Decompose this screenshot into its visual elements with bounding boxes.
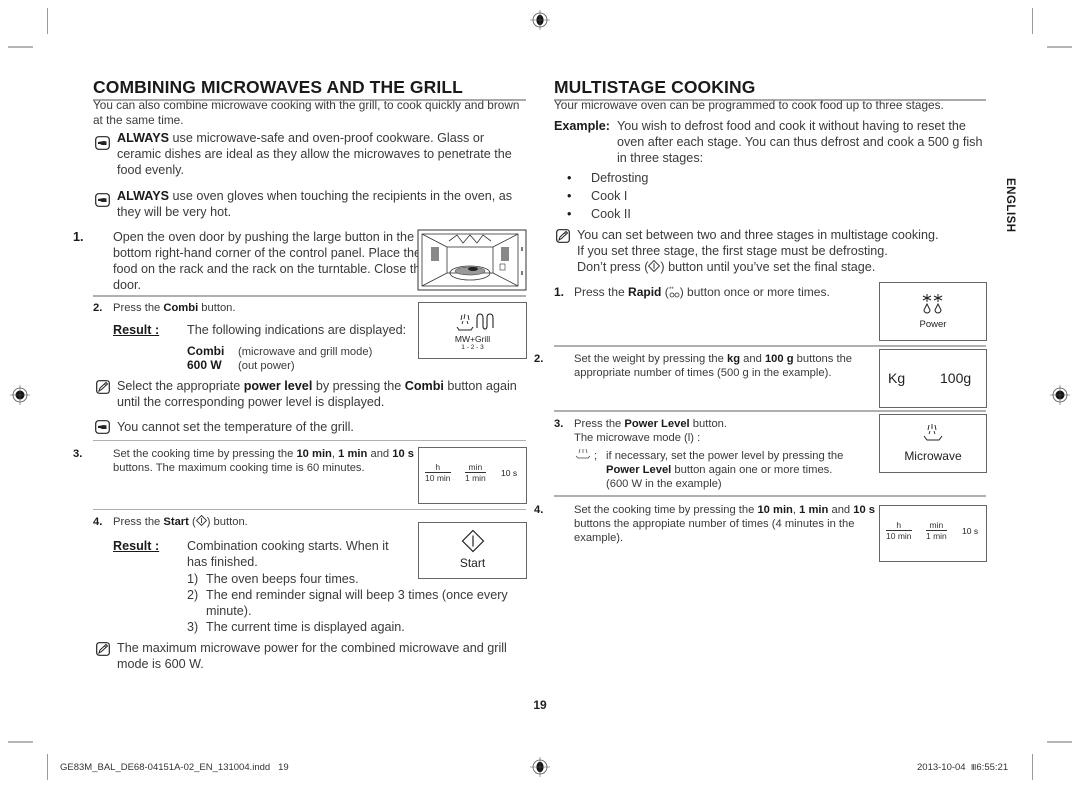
display-cooking-time: h 10 min min 1 min 10 s	[879, 505, 987, 562]
crop-mark-top-right	[1032, 8, 1033, 34]
crop-mark-bottom-left-h	[8, 741, 33, 743]
rapid-defrost-icon: **	[669, 287, 680, 298]
step-4-result-text: Combination cooking starts. When it has …	[187, 539, 389, 569]
start-diamond-icon	[461, 529, 485, 553]
rapid-defrost-icon	[922, 294, 943, 314]
kg-button-label: Kg	[888, 370, 906, 386]
step-2-result-label: Result :	[113, 323, 160, 337]
combining-step-1: 1. Open the oven door by pushing the larg…	[73, 230, 428, 292]
stage-item: Cook I	[557, 187, 648, 205]
display-weight: Kg 100g	[879, 349, 987, 408]
display-cooking-time: h 10 min min 1 min 10 s	[418, 447, 527, 504]
time-10min-button-label: h 10 min	[886, 520, 912, 541]
divider	[93, 509, 526, 510]
caution-hand-icon	[95, 136, 110, 150]
step-3-power-level-sub: if necessary, set the power level by pre…	[606, 450, 844, 490]
stage-list: Defrosting Cook I Cook II	[557, 169, 648, 223]
indication-600w: 600 W	[187, 358, 222, 372]
caution-hand-icon	[95, 193, 110, 207]
footer-timestamp: 2013-10-04 Ⅲ6:55:21	[917, 762, 1009, 773]
multistage-note: You can set between two and three stages…	[577, 228, 939, 274]
example-text: You wish to defrost food and cook it wit…	[617, 119, 983, 165]
display-start-label: Start	[459, 556, 486, 570]
multistage-step-4: 4. Set the cooking time by pressing the 1…	[534, 504, 876, 544]
microwave-mode-icon	[923, 424, 943, 441]
caution-hand-icon	[95, 420, 110, 434]
stage-item: Cook II	[557, 205, 648, 223]
registration-mark-right-icon	[1050, 385, 1070, 405]
note-max-power: The maximum microwave power for the comb…	[117, 641, 507, 671]
microwave-mode-icon	[575, 448, 591, 459]
indication-combi: Combi	[187, 344, 225, 358]
svg-text:**: **	[669, 287, 674, 293]
result-item: 2) The end reminder signal will beep 3 ti…	[187, 588, 508, 618]
indication-600w-desc: (out power)	[238, 360, 295, 372]
crop-mark-top-right-h	[1047, 46, 1072, 48]
crop-mark-top-left	[47, 8, 48, 34]
display-power: Power	[879, 282, 987, 341]
language-tab: ENGLISH	[1004, 178, 1016, 233]
stage-item: Defrosting	[557, 169, 648, 187]
combining-intro: You can also combine microwave cooking w…	[93, 98, 520, 127]
warning-grill-temperature: You cannot set the temperature of the gr…	[117, 420, 354, 434]
step-4-result-label: Result :	[113, 539, 160, 553]
combining-step-3: 3. Set the cooking time by pressing the 1…	[73, 448, 415, 474]
step-3-separator: ;	[594, 450, 598, 462]
crop-mark-bottom-left	[47, 754, 48, 780]
example-label: Example:	[554, 119, 610, 133]
combining-step-4: 4. Press the Start () button.	[93, 514, 248, 528]
result-list: 1) The oven beeps four times. 2) The end r…	[187, 571, 522, 635]
divider	[554, 345, 986, 347]
display-microwave-label: Microwave	[904, 449, 962, 463]
divider	[93, 440, 526, 441]
oven-interior-illustration	[417, 229, 527, 291]
footer-filename: GE83M_BAL_DE68-04151A-02_EN_131004.indd …	[60, 762, 289, 773]
divider	[554, 495, 986, 497]
display-mw-grill: MW+Grill 1 - 2 - 3	[418, 302, 527, 359]
note-pencil-icon	[96, 642, 110, 656]
crop-mark-top-left-h	[8, 46, 33, 48]
crop-mark-bottom-right	[1032, 754, 1033, 780]
multistage-intro: Your microwave oven can be programmed to…	[554, 98, 944, 112]
result-item: 3) The current time is displayed again.	[187, 620, 405, 634]
crop-mark-bottom-right-h	[1047, 741, 1072, 743]
display-mw-grill-label: MW+Grill	[454, 334, 491, 344]
100g-button-label: 100g	[940, 370, 972, 386]
step-2-result-text: The following indications are displayed:	[187, 323, 407, 337]
indication-combi-desc: (microwave and grill mode)	[238, 346, 373, 358]
display-power-label: Power	[919, 319, 947, 330]
note-pencil-icon	[96, 380, 110, 394]
result-item: 1) The oven beeps four times.	[187, 572, 359, 586]
divider	[554, 410, 986, 412]
note-pencil-icon	[556, 229, 570, 243]
combining-step-2: 2. Press the Combi button.	[93, 302, 236, 314]
display-microwave: Microwave	[879, 414, 987, 473]
multistage-step-2: 2. Set the weight by pressing the kg and …	[534, 353, 853, 379]
multistage-step-3: 3. Press the Power Level button. The micr…	[554, 418, 727, 444]
warning-always-cookware: ALWAYS use microwave-safe and oven-proof…	[117, 131, 512, 177]
display-mw-grill-stages: 1 - 2 - 3	[461, 344, 484, 351]
start-diamond-icon	[195, 514, 207, 527]
time-10s-button-label: 10 s	[962, 526, 979, 536]
divider	[93, 295, 526, 297]
microwave-grill-icon	[456, 313, 494, 331]
time-10s-button-label: 10 s	[501, 468, 518, 478]
registration-mark-left-icon	[10, 385, 30, 405]
time-1min-button-label: min 1 min	[465, 462, 486, 483]
time-10min-button-label: h 10 min	[425, 462, 451, 483]
note-power-level: Select the appropriate power level by pr…	[117, 379, 517, 409]
start-diamond-icon	[648, 259, 661, 273]
warning-always-gloves: ALWAYS use oven gloves when touching the…	[117, 189, 513, 219]
multistage-step-1: 1. Press the Rapid (**) button once or mo…	[554, 285, 830, 299]
registration-mark-bottom-icon	[530, 757, 550, 777]
time-1min-button-label: min 1 min	[926, 520, 947, 541]
registration-mark-top-icon	[530, 10, 550, 30]
page-number: 19	[533, 698, 547, 712]
